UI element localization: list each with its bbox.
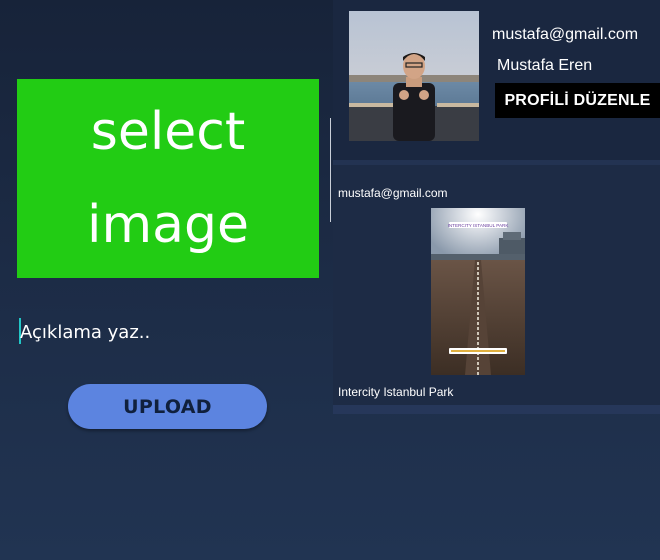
avatar [349, 11, 479, 141]
select-image-button[interactable]: select image [17, 79, 319, 278]
divider [330, 118, 331, 222]
profile-name: Mustafa Eren [497, 57, 593, 74]
upload-button[interactable]: UPLOAD [68, 384, 267, 429]
post-image[interactable]: INTERCITY ISTANBUL PARK [431, 208, 525, 375]
edit-profile-button[interactable]: PROFİLİ DÜZENLE [495, 83, 660, 118]
post-image-text: INTERCITY ISTANBUL PARK [448, 223, 510, 228]
description-input[interactable] [18, 316, 318, 348]
post-author-email: mustafa@gmail.com [338, 186, 448, 200]
select-image-label: select image [87, 101, 249, 255]
divider [333, 405, 660, 414]
post-caption: Intercity Istanbul Park [338, 385, 454, 399]
profile-email: mustafa@gmail.com [492, 26, 639, 43]
